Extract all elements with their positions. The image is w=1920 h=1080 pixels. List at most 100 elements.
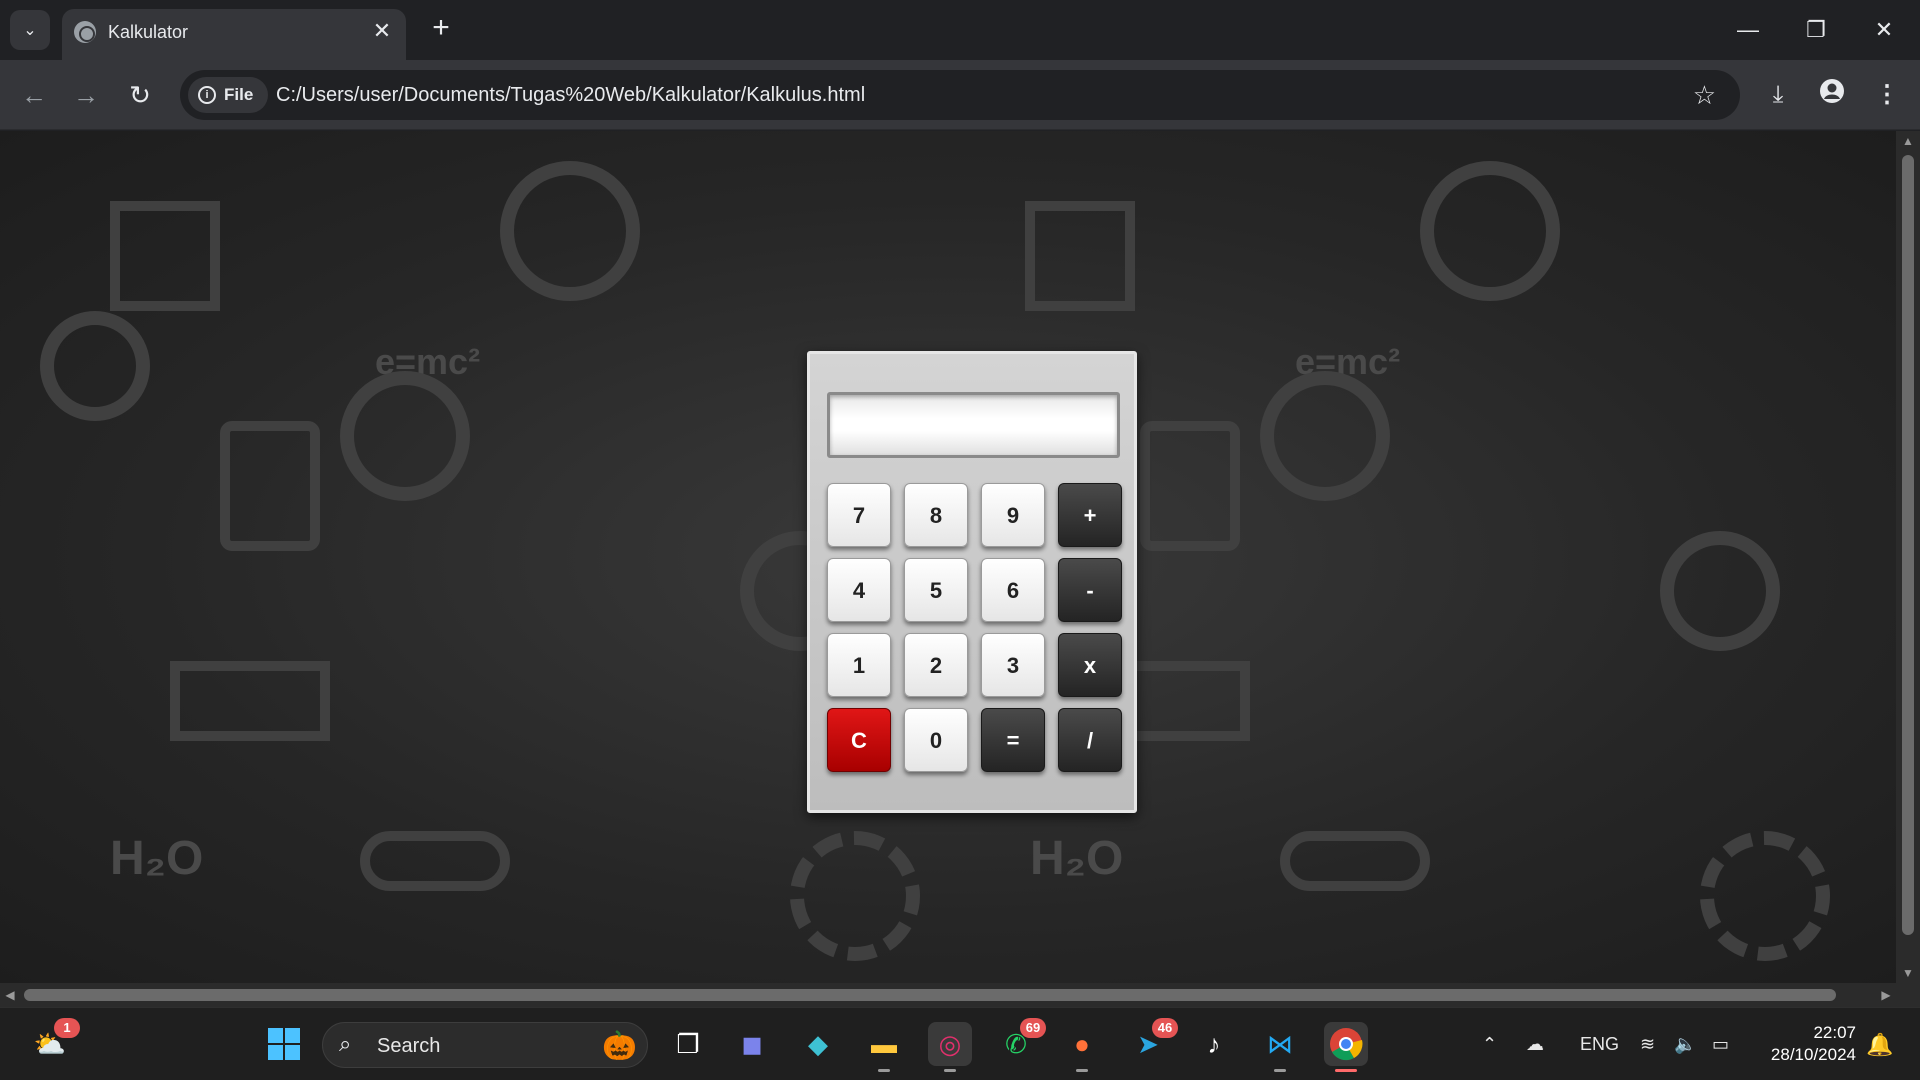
telegram-badge: 46 xyxy=(1152,1018,1178,1038)
folder-icon: ▬ xyxy=(871,1028,897,1059)
address-bar[interactable]: i File C:/Users/user/Documents/Tugas%20W… xyxy=(180,70,1740,120)
running-indicator xyxy=(1076,1069,1088,1072)
glasses-doodle xyxy=(360,831,510,891)
calc-key-button[interactable]: + xyxy=(1058,483,1122,547)
meet-app[interactable]: ◼ xyxy=(730,1022,774,1066)
taskbar-search[interactable]: ⌕ Search 🎃 xyxy=(322,1022,648,1068)
vertical-scrollbar[interactable]: ▲ ▼ xyxy=(1896,131,1920,983)
calc-key-button[interactable]: = xyxy=(981,708,1045,772)
cube-doodle xyxy=(110,201,220,311)
calc-key-button[interactable]: 6 xyxy=(981,558,1045,622)
water-formula-doodle: H₂O xyxy=(1030,832,1124,885)
lightbulb-doodle xyxy=(340,371,470,501)
calc-key-button[interactable]: 4 xyxy=(827,558,891,622)
rocket-doodle xyxy=(500,161,640,301)
calc-key-button[interactable]: 9 xyxy=(981,483,1045,547)
chevron-up-icon[interactable]: ⌃ xyxy=(1482,1032,1497,1056)
system-clock[interactable]: 22:07 28/10/2024 xyxy=(1760,1022,1856,1066)
onedrive-icon[interactable]: ☁ xyxy=(1526,1032,1544,1056)
calc-key-button[interactable]: 1 xyxy=(827,633,891,697)
vscode-icon: ⋈ xyxy=(1267,1028,1293,1059)
running-indicator xyxy=(944,1069,956,1072)
tiktok-app[interactable]: ♪ xyxy=(1192,1022,1236,1066)
notification-bell-icon[interactable]: 🔔 xyxy=(1866,1032,1893,1058)
reload-icon[interactable]: ↻ xyxy=(122,77,158,113)
horizontal-scrollbar[interactable]: ◀ ▶ xyxy=(0,983,1896,1007)
weather-widget[interactable]: ⛅ 1 xyxy=(28,1018,80,1066)
tab-search-button[interactable]: ⌄ xyxy=(10,10,50,50)
scroll-left-arrow-icon[interactable]: ◀ xyxy=(0,983,20,1007)
rocket-doodle xyxy=(1420,161,1560,301)
water-formula-doodle: H₂O xyxy=(110,832,204,885)
calc-key-button[interactable]: 8 xyxy=(904,483,968,547)
calc-key-button[interactable]: 7 xyxy=(827,483,891,547)
download-icon[interactable]: ⤓ xyxy=(1761,78,1795,112)
calculator: 7 8 9 +4 5 6- 1 2 3 x C 0 = / xyxy=(807,351,1137,813)
clock-time: 22:07 xyxy=(1813,1023,1856,1042)
whatsapp-app[interactable]: ✆ 69 xyxy=(994,1018,1046,1066)
tab-title: Kalkulator xyxy=(108,22,189,42)
site-info-chip[interactable]: i File xyxy=(188,77,268,113)
task-view-icon: ❐ xyxy=(676,1028,700,1059)
new-tab-button[interactable]: + xyxy=(425,13,457,45)
globe-icon xyxy=(74,21,96,43)
gear-doodle xyxy=(790,831,920,961)
chrome-icon xyxy=(1330,1028,1363,1061)
file-explorer-app[interactable]: ▬ xyxy=(862,1022,906,1072)
calc-key-button[interactable]: 5 xyxy=(904,558,968,622)
calc-key-button[interactable]: / xyxy=(1058,708,1122,772)
running-indicator xyxy=(1335,1069,1357,1072)
language-indicator[interactable]: ENG xyxy=(1580,1032,1619,1056)
copilot-app[interactable]: ◆ xyxy=(796,1022,840,1066)
running-indicator xyxy=(878,1069,890,1072)
tab-close-icon[interactable]: ✕ xyxy=(370,19,394,43)
restore-button[interactable]: ❐ xyxy=(1794,12,1838,48)
calc-key-button[interactable]: 3 xyxy=(981,633,1045,697)
profile-icon[interactable] xyxy=(1815,78,1849,112)
search-icon: ⌕ xyxy=(339,1031,352,1056)
chrome-app[interactable] xyxy=(1324,1022,1368,1072)
bookmark-star-icon[interactable]: ☆ xyxy=(1693,80,1716,110)
url-text[interactable]: C:/Users/user/Documents/Tugas%20Web/Kalk… xyxy=(276,83,865,107)
forward-arrow-icon[interactable]: → xyxy=(68,77,104,113)
search-placeholder: Search xyxy=(377,1035,441,1057)
chevron-down-icon: ⌄ xyxy=(23,22,37,39)
calc-key-button[interactable]: C xyxy=(827,708,891,772)
tab-kalkulator[interactable]: Kalkulator ✕ xyxy=(62,9,406,60)
calc-key-button[interactable]: x xyxy=(1058,633,1122,697)
vscode-app[interactable]: ⋈ xyxy=(1258,1022,1302,1072)
calc-key-button[interactable]: - xyxy=(1058,558,1122,622)
scroll-down-arrow-icon[interactable]: ▼ xyxy=(1896,963,1920,983)
calculator-doodle xyxy=(1140,421,1240,551)
running-indicator xyxy=(1274,1069,1286,1072)
volume-icon[interactable]: 🔈 xyxy=(1674,1032,1696,1056)
horizontal-scroll-thumb[interactable] xyxy=(24,989,1836,1001)
instagram-app[interactable]: ◎ xyxy=(928,1022,972,1072)
scroll-right-arrow-icon[interactable]: ▶ xyxy=(1876,983,1896,1007)
battery-icon[interactable]: ▭ xyxy=(1712,1032,1729,1056)
glasses-doodle xyxy=(1280,831,1430,891)
gear-doodle xyxy=(1700,831,1830,961)
windows-icon xyxy=(268,1028,300,1060)
calc-key-button[interactable]: 0 xyxy=(904,708,968,772)
task-view-button[interactable]: ❐ xyxy=(666,1022,710,1066)
vertical-scroll-thumb[interactable] xyxy=(1902,155,1914,935)
firefox-app[interactable]: ● xyxy=(1060,1022,1104,1072)
minimize-button[interactable]: — xyxy=(1726,12,1770,48)
scroll-up-arrow-icon[interactable]: ▲ xyxy=(1896,131,1920,151)
info-icon: i xyxy=(198,86,216,104)
close-window-button[interactable]: ✕ xyxy=(1862,12,1906,48)
calc-key-button[interactable]: 2 xyxy=(904,633,968,697)
more-menu-icon[interactable]: ⋮ xyxy=(1870,78,1904,112)
scrollbar-corner xyxy=(1896,983,1920,1007)
clock-date: 28/10/2024 xyxy=(1770,1045,1856,1064)
instagram-icon: ◎ xyxy=(938,1028,962,1059)
lightbulb-doodle xyxy=(1260,371,1390,501)
wifi-icon[interactable]: ≋ xyxy=(1640,1032,1655,1056)
calculator-display[interactable] xyxy=(827,392,1120,458)
weather-badge: 1 xyxy=(54,1018,80,1038)
back-arrow-icon[interactable]: ← xyxy=(16,77,52,113)
start-button[interactable] xyxy=(262,1022,306,1066)
telegram-app[interactable]: ➤ 46 xyxy=(1126,1018,1178,1066)
firefox-icon: ● xyxy=(1074,1028,1090,1059)
